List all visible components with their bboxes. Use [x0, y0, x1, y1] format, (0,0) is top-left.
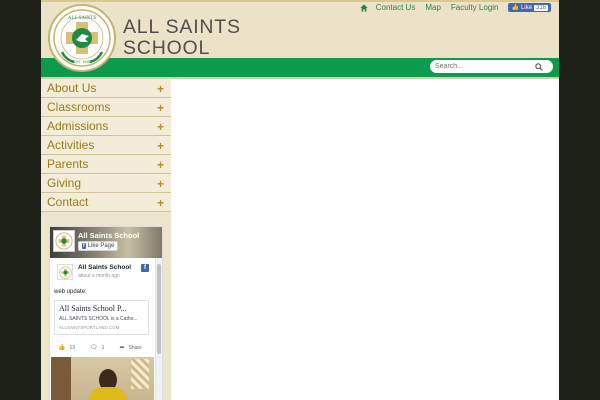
school-name-line1: ALL SAINTS	[123, 16, 241, 38]
scrollbar-thumb[interactable]	[157, 264, 161, 354]
facebook-f-icon: f	[82, 243, 86, 249]
fb-post-time[interactable]: about a month ago	[78, 273, 120, 279]
sidebar-item-label: Giving	[47, 176, 82, 190]
fb-like-page-label: Like Page	[87, 243, 115, 249]
expand-plus-icon[interactable]: +	[157, 158, 164, 172]
fb-like-count: 316	[533, 4, 548, 11]
fb-like-label: Like	[520, 4, 532, 11]
fb-page-avatar[interactable]	[53, 230, 75, 252]
sidebar-item-label: Admissions	[47, 119, 109, 133]
fb-post-text: web update:	[54, 289, 87, 295]
contact-us-link[interactable]: Contact Us	[376, 3, 416, 12]
sidebar-item-about-us[interactable]: About Us +	[41, 79, 171, 98]
sidebar-item-label: Activities	[47, 138, 95, 152]
expand-plus-icon[interactable]: +	[157, 120, 164, 134]
sidebar: About Us + Classrooms + Admissions + Act…	[41, 79, 171, 400]
sidebar-item-giving[interactable]: Giving +	[41, 174, 171, 193]
school-crest-icon	[55, 232, 73, 250]
logo-text-bottom: EST. 1928	[74, 60, 90, 64]
facebook-icon[interactable]: f	[141, 264, 149, 272]
fb-post-avatar[interactable]	[57, 264, 73, 280]
logo-text-top: ALL SAINTS	[68, 16, 97, 21]
sidebar-item-label: Classrooms	[47, 100, 111, 114]
share-icon[interactable]: ➦	[119, 344, 124, 351]
fb-widget-scrollbar[interactable]	[155, 258, 162, 400]
facebook-like-button[interactable]: 👍 Like 316	[508, 3, 551, 12]
top-nav: Contact Us Map Faculty Login 👍 Like 316	[360, 3, 551, 12]
sidebar-item-activities[interactable]: Activities +	[41, 136, 171, 155]
sidebar-item-contact[interactable]: Contact +	[41, 193, 171, 212]
expand-plus-icon[interactable]: +	[157, 196, 164, 210]
lamp-shade	[131, 359, 149, 389]
school-logo[interactable]: ALL SAINTS EST. 1928	[48, 4, 116, 72]
sidebar-item-classrooms[interactable]: Classrooms +	[41, 98, 171, 117]
sidebar-item-parents[interactable]: Parents +	[41, 155, 171, 174]
school-crest-icon: ALL SAINTS EST. 1928	[53, 9, 111, 67]
home-icon[interactable]	[360, 3, 368, 12]
expand-plus-icon[interactable]: +	[157, 139, 164, 153]
comment-icon[interactable]: 🗨	[90, 344, 98, 351]
fb-link-description: ALL SAINTS SCHOOL is a Catho...	[59, 316, 138, 322]
sidebar-item-label: Contact	[47, 195, 89, 209]
fb-like-count-post: 13	[69, 344, 76, 351]
fb-page-name[interactable]: All Saints School	[78, 231, 139, 240]
thumbs-up-icon: 👍	[511, 5, 519, 11]
fb-like-page-button[interactable]: f Like Page	[78, 241, 119, 251]
school-crest-icon	[58, 265, 72, 279]
map-link[interactable]: Map	[425, 3, 441, 12]
fb-post-photo[interactable]	[51, 357, 154, 400]
like-icon[interactable]: 👍	[58, 344, 65, 351]
sidebar-item-label: About Us	[47, 81, 97, 95]
fb-post-author[interactable]: All Saints School	[78, 264, 131, 271]
fb-cover-photo: All Saints School f Like Page	[50, 227, 162, 258]
expand-plus-icon[interactable]: +	[157, 82, 164, 96]
fb-post-header: All Saints School about a month ago f	[54, 263, 149, 281]
expand-plus-icon[interactable]: +	[157, 177, 164, 191]
school-name-line2: SCHOOL	[123, 37, 211, 59]
search-input[interactable]	[435, 63, 535, 70]
fb-link-url: ALLSAINTSPORTLAND.COM	[59, 325, 120, 330]
page-container: ALL SAINTS EST. 1928 ALL SAINTS SCHOOL C…	[41, 0, 559, 400]
fb-link-card[interactable]: All Saints School P... ALL SAINTS SCHOOL…	[54, 300, 149, 335]
expand-plus-icon[interactable]: +	[157, 101, 164, 115]
sidebar-item-label: Parents	[47, 157, 89, 171]
fb-share-label[interactable]: Share	[128, 345, 141, 351]
search-icon[interactable]	[535, 62, 543, 71]
faculty-login-link[interactable]: Faculty Login	[451, 3, 499, 12]
fb-post-actions: 👍 13 🗨 1 ➦ Share	[54, 344, 149, 352]
school-name[interactable]: ALL SAINTS SCHOOL	[123, 17, 241, 59]
sidebar-item-admissions[interactable]: Admissions +	[41, 117, 171, 136]
fb-comment-count: 1	[101, 344, 105, 351]
person-body	[89, 387, 127, 400]
fb-link-title: All Saints School P...	[59, 304, 127, 313]
search-box[interactable]	[430, 60, 553, 73]
